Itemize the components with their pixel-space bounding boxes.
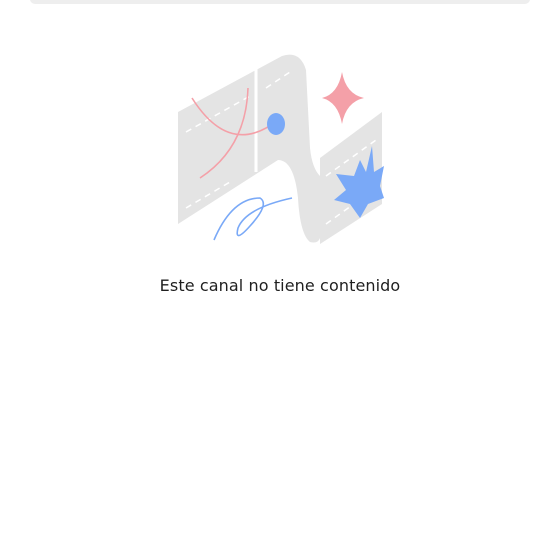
- top-search-bar[interactable]: [30, 0, 530, 4]
- blue-dot: [267, 113, 285, 135]
- pink-sparkle: [322, 72, 364, 124]
- empty-channel-view: Este canal no tiene contenido: [0, 0, 560, 560]
- empty-channel-illustration-icon: [178, 54, 384, 244]
- blue-scribble: [213, 197, 293, 241]
- empty-message: Este canal no tiene contenido: [159, 276, 401, 295]
